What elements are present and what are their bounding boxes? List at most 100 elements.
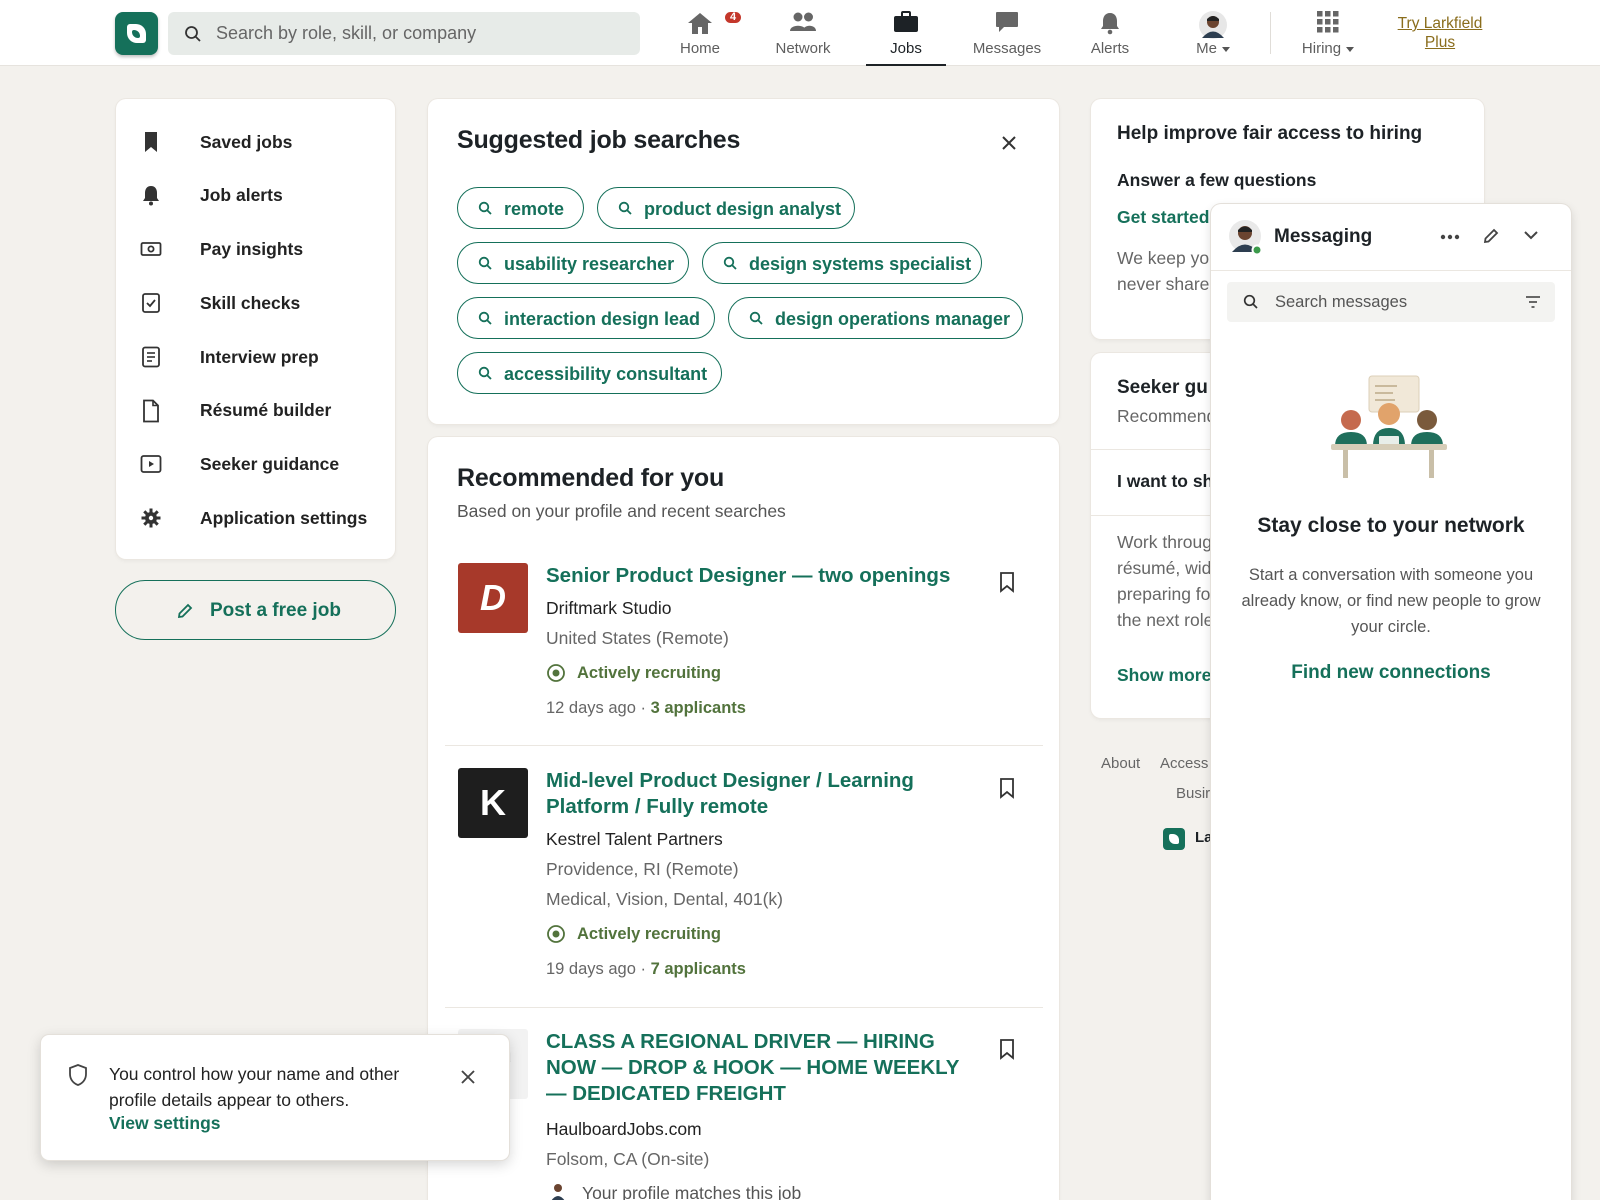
post-job-label: Post a free job (210, 600, 341, 621)
filter-icon[interactable] (1525, 295, 1541, 309)
search-icon (478, 311, 492, 325)
compose-icon[interactable] (1482, 227, 1500, 245)
job-divider (445, 1007, 1043, 1008)
suggested-search-pill[interactable]: remote (457, 187, 584, 229)
job-divider (445, 745, 1043, 746)
larkfield-logo[interactable] (115, 12, 158, 55)
sidebar-item-label: Skill checks (200, 293, 301, 313)
find-connections-link[interactable]: Find new connections (1211, 662, 1571, 684)
nav-me-label: Me (1180, 40, 1246, 57)
target-icon (547, 664, 565, 682)
bookmark-icon[interactable] (998, 777, 1016, 799)
recommended-subtitle: Based on your profile and recent searche… (457, 501, 786, 521)
nav-alerts-label: Alerts (1090, 40, 1130, 57)
nav-jobs-label: Jobs (890, 40, 922, 57)
nav-network[interactable]: Network (764, 0, 842, 66)
suggested-search-pill[interactable]: design operations manager (728, 297, 1023, 339)
grid-icon (1317, 11, 1339, 33)
bookmark-icon[interactable] (998, 1038, 1016, 1060)
close-icon[interactable] (1001, 135, 1017, 151)
footer-link-about[interactable]: About (1101, 755, 1140, 772)
job-age: 19 days ago · (546, 960, 651, 978)
document-icon (142, 346, 160, 368)
status-text: Actively recruiting (577, 925, 721, 943)
message-search-bar[interactable] (1227, 282, 1555, 322)
suggested-search-pill[interactable]: usability researcher (457, 242, 689, 284)
footer-logo (1163, 828, 1185, 850)
job-location: Folsom, CA (On-site) (546, 1149, 710, 1169)
suggested-searches-card: Suggested job searches remote product de… (428, 99, 1059, 424)
pill-label: design systems specialist (749, 254, 972, 274)
footer-link-business[interactable]: Busir (1176, 785, 1210, 802)
bell-icon (1101, 13, 1119, 35)
play-icon (140, 455, 162, 473)
recommended-title: Recommended for you (457, 464, 725, 492)
suggested-search-pill[interactable]: product design analyst (597, 187, 855, 229)
job-title-link[interactable]: Mid-level Product Designer / Learning Pl… (546, 768, 966, 820)
bookmark-icon (145, 132, 157, 152)
nav-messages[interactable]: Messages (967, 0, 1047, 66)
nav-home[interactable]: 4 Home (668, 0, 743, 66)
people-icon (790, 12, 816, 31)
company-name: Driftmark Studio (546, 598, 672, 618)
top-navigation-bar: 4 Home Network Jobs Messages Alerts Me H… (0, 0, 1600, 66)
show-more-link[interactable]: Show more (1117, 665, 1211, 686)
fair-subtitle: Answer a few questions (1117, 170, 1317, 190)
nav-jobs[interactable]: Jobs (866, 0, 946, 66)
nav-messages-label: Messages (972, 40, 1042, 57)
chevron-down-icon[interactable] (1523, 230, 1539, 240)
suggested-search-pill[interactable]: design systems specialist (702, 242, 982, 284)
more-options-icon[interactable] (1440, 234, 1460, 240)
pill-label: remote (504, 199, 565, 219)
global-search-bar[interactable] (168, 12, 640, 55)
network-illustration (1331, 375, 1447, 478)
checkbox-icon (142, 293, 160, 313)
notification-badge: 4 (723, 10, 743, 25)
footer-brand: La (1195, 829, 1213, 846)
nav-alerts[interactable]: Alerts (1076, 0, 1144, 66)
footer-link-accessibility[interactable]: Access (1160, 755, 1208, 772)
search-icon (749, 311, 763, 325)
search-icon (723, 256, 737, 270)
seeker-subtitle: Recommend (1117, 406, 1217, 426)
pill-label: product design analyst (644, 199, 842, 219)
nav-me[interactable]: Me (1180, 0, 1246, 66)
chat-icon (996, 12, 1018, 32)
avatar[interactable] (1229, 220, 1263, 256)
bell-icon (143, 186, 159, 206)
job-location: United States (Remote) (546, 628, 729, 648)
money-icon (140, 242, 162, 256)
try-premium-link[interactable]: Try Larkfield Plus (1390, 14, 1490, 52)
avatar (551, 1184, 565, 1200)
avatar (1199, 11, 1227, 39)
fair-title: Help improve fair access to hiring (1117, 123, 1423, 144)
pencil-icon (177, 603, 193, 619)
view-settings-link[interactable]: View settings (109, 1113, 221, 1134)
close-icon[interactable] (461, 1070, 475, 1084)
briefcase-icon (894, 11, 918, 32)
job-title-link[interactable]: Senior Product Designer — two openings (546, 563, 966, 589)
me-text: Me (1196, 40, 1217, 57)
message-search-input[interactable] (1275, 282, 1515, 322)
get-started-link[interactable]: Get started (1117, 207, 1209, 228)
job-title-link[interactable]: CLASS A REGIONAL DRIVER — HIRING NOW — D… (546, 1029, 966, 1107)
applicant-count: 7 applicants (650, 960, 746, 978)
applicant-count: 3 applicants (650, 699, 746, 717)
sidebar-item-label: Résumé builder (200, 400, 332, 420)
suggested-search-pill[interactable]: interaction design lead (457, 297, 715, 339)
sidebar-item-label: Seeker guidance (200, 454, 340, 474)
search-input[interactable] (216, 12, 626, 55)
sidebar-item-label: Pay insights (200, 239, 304, 259)
post-free-job-button[interactable]: Post a free job (115, 580, 396, 640)
search-icon (478, 256, 492, 270)
fair-note: We keep yo never share (1117, 248, 1210, 294)
suggested-title: Suggested job searches (457, 126, 741, 154)
shield-icon (69, 1064, 87, 1086)
messaging-title[interactable]: Messaging (1274, 226, 1372, 248)
nav-hiring[interactable]: Hiring (1290, 0, 1366, 66)
seeker-question[interactable]: I want to sh (1117, 471, 1213, 492)
bookmark-icon[interactable] (998, 571, 1016, 593)
search-icon (185, 26, 201, 42)
suggested-search-pill[interactable]: accessibility consultant (457, 352, 722, 394)
posted-time: 12 days ago · 3 applicants (546, 699, 746, 718)
